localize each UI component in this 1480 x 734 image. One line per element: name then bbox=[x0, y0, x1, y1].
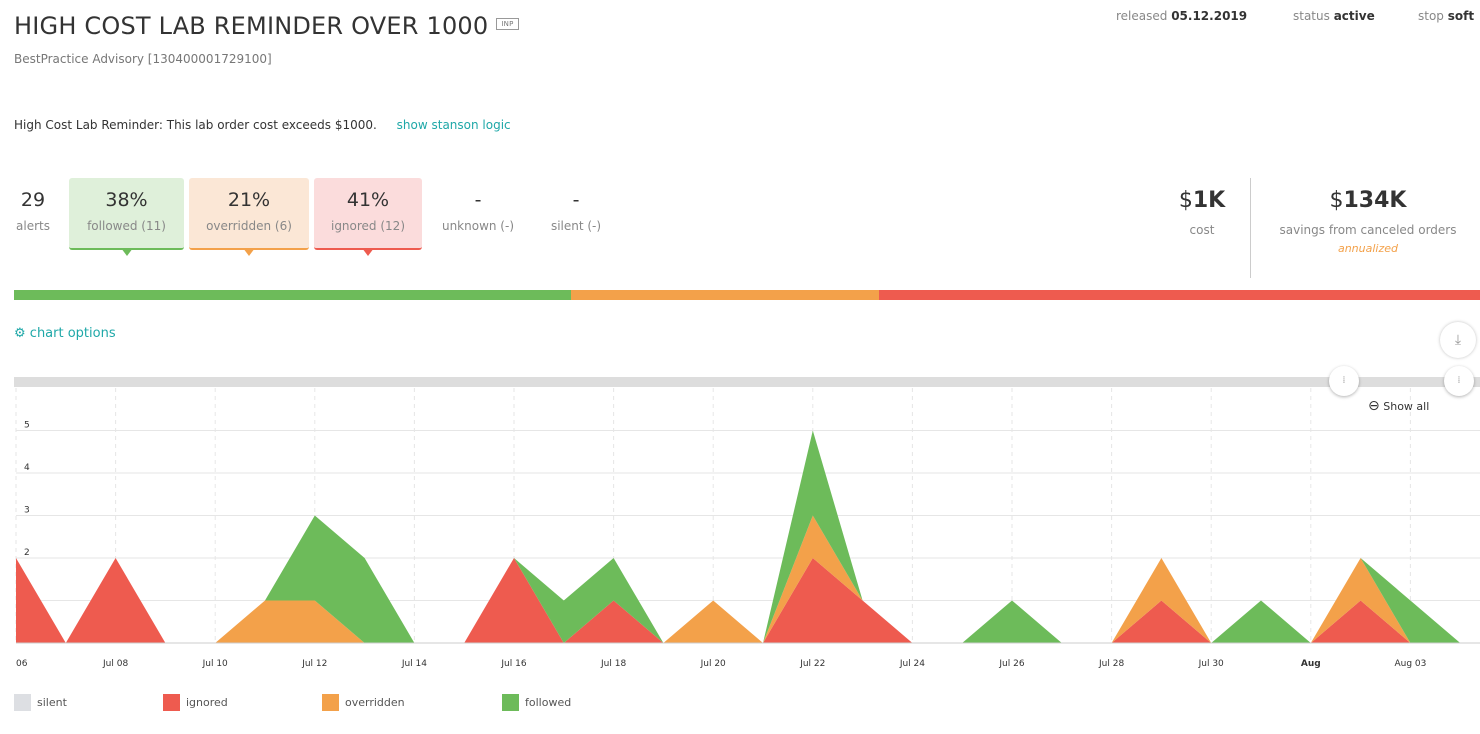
legend-label-ignored: ignored bbox=[186, 696, 228, 709]
download-icon: ⤓ bbox=[1454, 332, 1462, 348]
x-tick-label: Jul 22 bbox=[799, 659, 825, 669]
x-tick-label: Jul 24 bbox=[899, 659, 925, 669]
stat-ignored[interactable]: 41% ignored (12) bbox=[314, 178, 422, 256]
overridden-arrow-icon bbox=[243, 248, 255, 256]
y-tick-label: 5 bbox=[24, 421, 30, 431]
gear-icon: ⚙ bbox=[14, 326, 26, 341]
inp-badge: INP bbox=[496, 18, 519, 30]
ignored-label: ignored (12) bbox=[330, 219, 405, 233]
y-tick-label: 2 bbox=[24, 548, 30, 558]
overridden-percent: 21% bbox=[227, 189, 271, 211]
chart-options-button[interactable]: ⚙ chart options bbox=[14, 326, 116, 341]
x-tick-label: Jul 30 bbox=[1198, 659, 1224, 669]
released-label: released bbox=[1116, 9, 1168, 23]
stop-info: stop soft bbox=[1418, 9, 1474, 23]
overridden-label: overridden (6) bbox=[206, 219, 292, 233]
stats-divider bbox=[1250, 178, 1251, 278]
stat-silent[interactable]: - silent (-) bbox=[536, 178, 616, 248]
stop-value: soft bbox=[1447, 9, 1475, 23]
y-tick-label: 4 bbox=[24, 463, 30, 473]
legend-item-ignored[interactable]: ignored bbox=[163, 694, 228, 711]
legend-label-silent: silent bbox=[37, 696, 67, 709]
savings-value: 134K bbox=[1343, 188, 1407, 213]
x-tick-label: Jul 10 bbox=[202, 659, 228, 669]
y-tick-label: 3 bbox=[24, 506, 30, 516]
silent-value: - bbox=[572, 189, 580, 211]
range-scrollbar[interactable] bbox=[14, 377, 1480, 387]
ignored-percent: 41% bbox=[346, 189, 390, 211]
stat-alerts: 29 alerts bbox=[8, 178, 58, 248]
cost-value: 1K bbox=[1192, 188, 1226, 213]
alerts-count: 29 bbox=[20, 189, 46, 211]
cost-stat: $1K cost bbox=[1160, 188, 1244, 237]
status-info: status active bbox=[1293, 9, 1375, 23]
savings-label: savings from canceled orders bbox=[1279, 223, 1457, 237]
released-value: 05.12.2019 bbox=[1171, 9, 1248, 23]
legend-item-followed[interactable]: followed bbox=[502, 694, 571, 711]
followed-arrow-icon bbox=[120, 248, 133, 256]
x-tick-label: 06 bbox=[16, 659, 28, 669]
x-tick-label: Aug 03 bbox=[1394, 659, 1426, 669]
description: High Cost Lab Reminder: This lab order c… bbox=[14, 118, 511, 132]
alerts-area-chart: 01234506Jul 08Jul 10Jul 12Jul 14Jul 16Ju… bbox=[15, 388, 1480, 669]
distribution-segment-followed bbox=[14, 290, 571, 300]
status-value: active bbox=[1333, 9, 1375, 23]
unknown-value: - bbox=[474, 189, 482, 211]
silent-label: silent (-) bbox=[550, 219, 602, 233]
alerts-label: alerts bbox=[16, 219, 50, 233]
savings-stat: $134K savings from canceled orders annua… bbox=[1262, 188, 1474, 255]
area-series-followed bbox=[16, 430, 1461, 643]
x-tick-label: Jul 20 bbox=[700, 659, 726, 669]
advisory-subtitle: BestPractice Advisory [130400001729100] bbox=[14, 52, 272, 66]
legend-item-silent[interactable]: silent bbox=[14, 694, 67, 711]
legend-label-overridden: overridden bbox=[345, 696, 405, 709]
description-text: High Cost Lab Reminder: This lab order c… bbox=[14, 118, 377, 132]
distribution-segment-overridden bbox=[571, 290, 879, 300]
stop-label: stop bbox=[1418, 9, 1444, 23]
show-stanson-logic-link[interactable]: show stanson logic bbox=[397, 118, 511, 132]
distribution-segment-ignored bbox=[879, 290, 1480, 300]
x-tick-label: Jul 18 bbox=[600, 659, 626, 669]
x-tick-label: Jul 12 bbox=[301, 659, 327, 669]
page-title-text: HIGH COST LAB REMINDER OVER 1000 bbox=[14, 12, 489, 40]
download-button[interactable]: ⤓ bbox=[1440, 322, 1476, 358]
stat-overridden[interactable]: 21% overridden (6) bbox=[189, 178, 309, 256]
x-tick-label: Jul 08 bbox=[102, 659, 128, 669]
grip-icon: ⁞ bbox=[1457, 375, 1461, 386]
legend-label-followed: followed bbox=[525, 696, 572, 709]
stat-followed[interactable]: 38% followed (11) bbox=[69, 178, 184, 256]
savings-prefix: $ bbox=[1329, 188, 1344, 213]
page-title: HIGH COST LAB REMINDER OVER 1000 INP bbox=[14, 12, 519, 40]
cost-label: cost bbox=[1189, 223, 1215, 237]
x-tick-label: Aug bbox=[1301, 659, 1321, 669]
released-info: released 05.12.2019 bbox=[1116, 9, 1247, 23]
x-tick-label: Jul 26 bbox=[998, 659, 1024, 669]
followed-label: followed (11) bbox=[87, 219, 166, 233]
legend-item-overridden[interactable]: overridden bbox=[322, 694, 405, 711]
grip-icon: ⁞ bbox=[1342, 375, 1346, 386]
chart-options-label: chart options bbox=[29, 326, 116, 341]
savings-annualized-note: annualized bbox=[1337, 242, 1399, 255]
x-tick-label: Jul 16 bbox=[500, 659, 526, 669]
legend-swatch-followed bbox=[502, 694, 519, 711]
legend-swatch-ignored bbox=[163, 694, 180, 711]
ignored-arrow-icon bbox=[362, 248, 374, 256]
status-label: status bbox=[1293, 9, 1330, 23]
x-tick-label: Jul 14 bbox=[401, 659, 427, 669]
unknown-label: unknown (-) bbox=[441, 219, 515, 233]
cost-prefix: $ bbox=[1178, 188, 1193, 213]
stat-unknown[interactable]: - unknown (-) bbox=[432, 178, 524, 248]
x-tick-label: Jul 28 bbox=[1098, 659, 1124, 669]
legend-swatch-overridden bbox=[322, 694, 339, 711]
legend-swatch-silent bbox=[14, 694, 31, 711]
followed-percent: 38% bbox=[105, 189, 148, 211]
